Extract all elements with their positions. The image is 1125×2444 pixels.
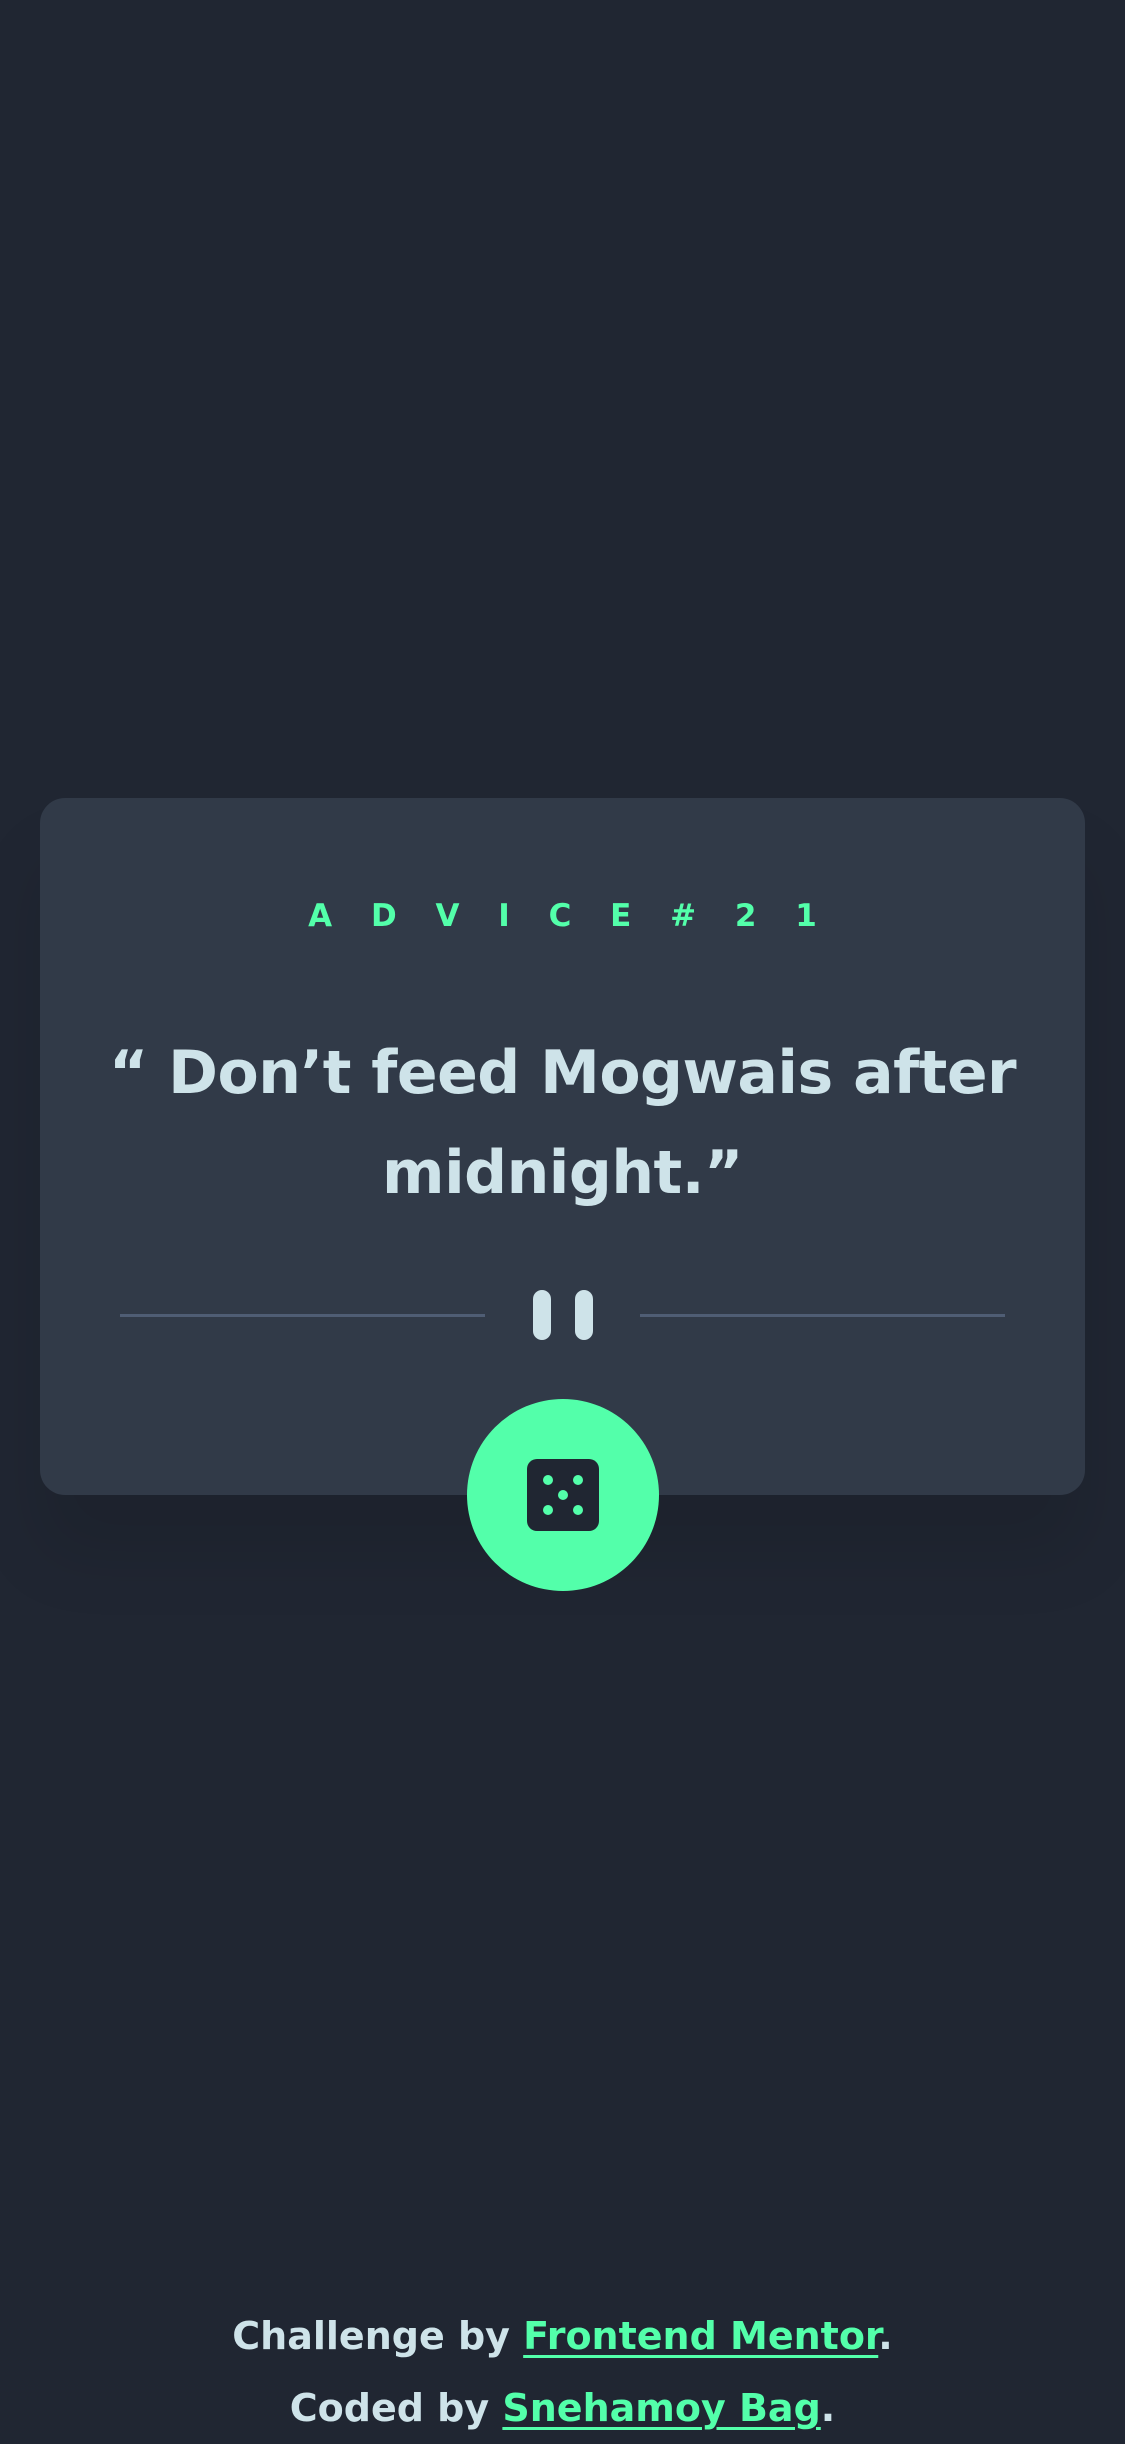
pause-icon: [532, 1290, 593, 1340]
coder-attribution: Coded by Snehamoy Bag.: [0, 2372, 1125, 2444]
advice-quote: “ Don’t feed Mogwais after midnight.”: [108, 1038, 1017, 1208]
advice-number: A D V I C E # 2 1: [308, 898, 831, 934]
new-advice-button[interactable]: [467, 1399, 659, 1591]
divider-line-right: [640, 1314, 1005, 1317]
author-link[interactable]: Snehamoy Bag: [502, 2386, 820, 2430]
challenge-prefix: Challenge by: [232, 2314, 524, 2358]
coded-suffix: .: [820, 2386, 836, 2430]
challenge-suffix: .: [878, 2314, 893, 2358]
dice-icon: [527, 1459, 599, 1531]
divider-line-left: [120, 1314, 485, 1317]
frontend-mentor-link[interactable]: Frontend Mentor: [523, 2314, 878, 2358]
attribution: Challenge by Frontend Mentor. Coded by S…: [0, 2300, 1125, 2444]
challenge-attribution: Challenge by Frontend Mentor.: [0, 2300, 1125, 2372]
pattern-divider: [120, 1290, 1005, 1340]
coded-prefix: Coded by: [289, 2386, 503, 2430]
advice-card: A D V I C E # 2 1 “ Don’t feed Mogwais a…: [40, 798, 1085, 1495]
